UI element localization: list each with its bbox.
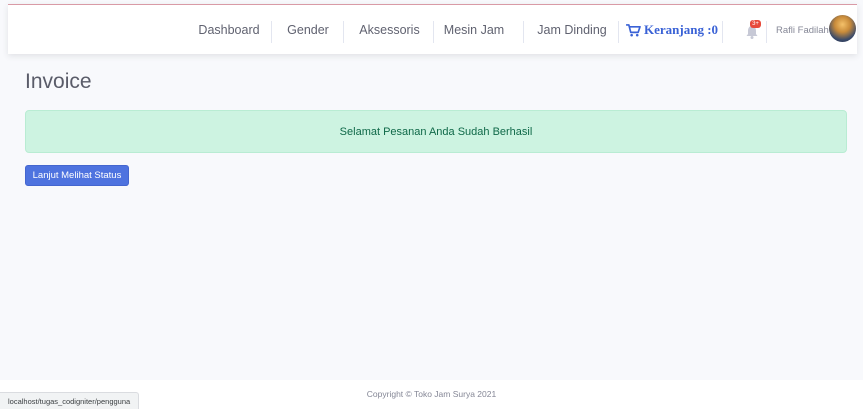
- nav-item-aksessoris[interactable]: Aksessoris: [350, 5, 429, 55]
- alert-text: Selamat Pesanan Anda Sudah Berhasil: [339, 125, 533, 138]
- top-navbar: Dashboard Gender Aksessoris Mesin Jam Ja…: [8, 4, 857, 54]
- notification-badge: 3+: [750, 20, 761, 28]
- browser-status-url: localhost/tugas_codigniter/pengguna: [0, 392, 140, 409]
- page-title: Invoice: [25, 70, 92, 93]
- nav-divider: [523, 21, 524, 43]
- nav-divider: [433, 21, 434, 43]
- nav-item-jam-dinding[interactable]: Jam Dinding: [530, 5, 614, 55]
- notification-bell[interactable]: 3+: [744, 20, 762, 39]
- nav-label: Dashboard: [198, 23, 260, 37]
- nav-divider: [618, 21, 619, 43]
- nav-item-mesin-jam[interactable]: Mesin Jam: [438, 5, 510, 55]
- cart-link[interactable]: Keranjang :0: [626, 5, 718, 55]
- cart-label: Keranjang :0: [644, 22, 719, 37]
- nav-label: Jam Dinding: [537, 23, 607, 37]
- nav-item-gender[interactable]: Gender: [278, 5, 338, 55]
- nav-label: Aksessoris: [359, 23, 420, 37]
- nav-label: Mesin Jam: [443, 23, 505, 37]
- nav-item-dashboard[interactable]: Dashboard: [191, 5, 267, 55]
- nav-divider: [343, 21, 344, 43]
- nav-label: Gender: [287, 23, 329, 37]
- success-alert: Selamat Pesanan Anda Sudah Berhasil: [25, 110, 847, 153]
- user-avatar[interactable]: [829, 15, 856, 42]
- user-name[interactable]: Rafli Fadilah: [776, 5, 829, 55]
- view-status-button[interactable]: Lanjut Melihat Status: [25, 165, 129, 186]
- nav-divider: [271, 21, 272, 43]
- nav-divider: [722, 21, 723, 43]
- shopping-cart-icon: [626, 23, 641, 37]
- nav-divider: [766, 21, 767, 43]
